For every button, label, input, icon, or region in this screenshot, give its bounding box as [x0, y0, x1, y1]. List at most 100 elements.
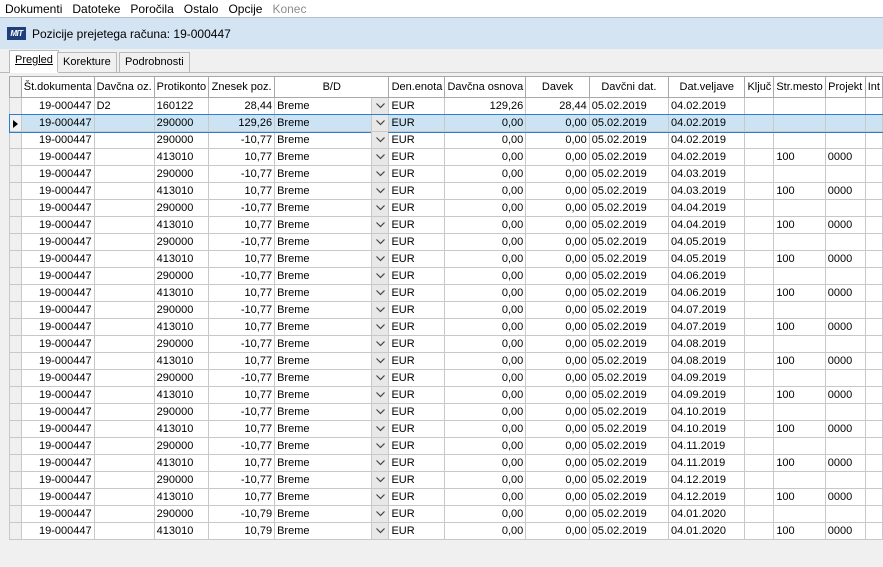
cell-tax-date[interactable]: 05.02.2019: [588, 97, 669, 115]
cell-cost-center[interactable]: 100: [773, 522, 826, 540]
cell-tax[interactable]: 0,00: [525, 454, 590, 472]
cell-tax-base[interactable]: 0,00: [444, 403, 527, 421]
cell-key[interactable]: [744, 403, 775, 421]
cell-cost-center[interactable]: 100: [773, 148, 826, 166]
cell-amount[interactable]: 10,77: [208, 454, 276, 472]
cell-amount[interactable]: -10,77: [208, 437, 276, 455]
cell-currency[interactable]: EUR: [388, 267, 446, 285]
cell-tax-base[interactable]: 0,00: [444, 352, 527, 370]
cell-currency[interactable]: EUR: [388, 216, 446, 234]
cell-currency[interactable]: EUR: [388, 250, 446, 268]
cell-valid-date[interactable]: 04.07.2019: [667, 301, 746, 319]
cell-doc-number[interactable]: 19-000447: [20, 301, 95, 319]
cell-cost-center[interactable]: [773, 335, 826, 353]
cell-currency[interactable]: EUR: [388, 454, 446, 472]
cell-tax-base[interactable]: 0,00: [444, 284, 527, 302]
cell-tax[interactable]: 0,00: [525, 131, 590, 149]
cell-key[interactable]: [744, 165, 775, 183]
cell-cost-center[interactable]: 100: [773, 420, 826, 438]
table-row[interactable]: 19-000447 290000 -10,77 Breme EUR 0,00 0,00 05.…: [9, 301, 883, 319]
tab-podrobnosti[interactable]: Podrobnosti: [119, 52, 190, 72]
cell-tax-id[interactable]: D2: [93, 97, 155, 115]
cell-amount[interactable]: -10,77: [208, 267, 276, 285]
cell-debit-credit[interactable]: Breme: [274, 97, 390, 115]
cell-counter-account[interactable]: 290000: [153, 199, 210, 217]
cell-cost-center[interactable]: [773, 97, 826, 115]
cell-int[interactable]: [864, 403, 883, 421]
cell-key[interactable]: [744, 182, 775, 200]
cell-debit-credit[interactable]: Breme: [274, 386, 390, 404]
chevron-down-icon[interactable]: [371, 166, 388, 182]
table-row[interactable]: 19-000447 413010 10,77 Breme EUR 0,00 0,00 05.0…: [9, 352, 883, 370]
cell-currency[interactable]: EUR: [388, 301, 446, 319]
cell-key[interactable]: [744, 369, 775, 387]
cell-key[interactable]: [744, 386, 775, 404]
cell-tax-date[interactable]: 05.02.2019: [588, 301, 669, 319]
cell-amount[interactable]: -10,77: [208, 199, 276, 217]
cell-tax[interactable]: 0,00: [525, 403, 590, 421]
cell-currency[interactable]: EUR: [388, 148, 446, 166]
cell-tax[interactable]: 0,00: [525, 165, 590, 183]
cell-int[interactable]: [864, 182, 883, 200]
cell-cost-center[interactable]: 100: [773, 182, 826, 200]
cell-tax-id[interactable]: [93, 318, 155, 336]
chevron-down-icon[interactable]: [371, 506, 388, 522]
cell-cost-center[interactable]: [773, 505, 826, 523]
cell-valid-date[interactable]: 04.09.2019: [667, 386, 746, 404]
cell-tax-date[interactable]: 05.02.2019: [588, 182, 669, 200]
cell-tax-date[interactable]: 05.02.2019: [588, 369, 669, 387]
cell-currency[interactable]: EUR: [388, 199, 446, 217]
cell-int[interactable]: [864, 114, 883, 132]
cell-int[interactable]: [864, 301, 883, 319]
chevron-down-icon[interactable]: [371, 98, 388, 114]
cell-tax-id[interactable]: [93, 267, 155, 285]
column-header-st-dokumenta[interactable]: Št.dokumenta: [20, 76, 95, 98]
cell-counter-account[interactable]: 290000: [153, 131, 210, 149]
cell-doc-number[interactable]: 19-000447: [20, 505, 95, 523]
cell-valid-date[interactable]: 04.08.2019: [667, 352, 746, 370]
cell-key[interactable]: [744, 454, 775, 472]
cell-currency[interactable]: EUR: [388, 114, 446, 132]
cell-tax-base[interactable]: 0,00: [444, 318, 527, 336]
cell-tax-base[interactable]: 0,00: [444, 454, 527, 472]
column-header-projekt[interactable]: Projekt: [824, 76, 866, 98]
column-header-b-d[interactable]: B/D: [274, 76, 390, 98]
cell-tax-date[interactable]: 05.02.2019: [588, 165, 669, 183]
cell-doc-number[interactable]: 19-000447: [20, 403, 95, 421]
cell-currency[interactable]: EUR: [388, 505, 446, 523]
cell-amount[interactable]: 28,44: [208, 97, 276, 115]
cell-tax-date[interactable]: 05.02.2019: [588, 386, 669, 404]
cell-valid-date[interactable]: 04.07.2019: [667, 318, 746, 336]
cell-tax-id[interactable]: [93, 335, 155, 353]
chevron-down-icon[interactable]: [371, 336, 388, 352]
cell-tax[interactable]: 28,44: [525, 97, 590, 115]
cell-project[interactable]: 0000: [824, 522, 866, 540]
cell-valid-date[interactable]: 04.05.2019: [667, 233, 746, 251]
cell-project[interactable]: [824, 97, 866, 115]
cell-cost-center[interactable]: 100: [773, 454, 826, 472]
cell-tax[interactable]: 0,00: [525, 488, 590, 506]
cell-cost-center[interactable]: [773, 199, 826, 217]
cell-currency[interactable]: EUR: [388, 522, 446, 540]
chevron-down-icon[interactable]: [371, 251, 388, 267]
cell-tax[interactable]: 0,00: [525, 522, 590, 540]
column-header-davek[interactable]: Davek: [525, 76, 590, 98]
table-row[interactable]: 19-000447 413010 10,77 Breme EUR 0,00 0,00 05.0…: [9, 284, 883, 302]
cell-doc-number[interactable]: 19-000447: [20, 250, 95, 268]
chevron-down-icon[interactable]: [371, 149, 388, 165]
cell-tax[interactable]: 0,00: [525, 386, 590, 404]
cell-tax[interactable]: 0,00: [525, 335, 590, 353]
cell-debit-credit[interactable]: Breme: [274, 318, 390, 336]
table-row[interactable]: 19-000447 290000 -10,77 Breme EUR 0,00 0,00 05.…: [9, 165, 883, 183]
cell-valid-date[interactable]: 04.10.2019: [667, 403, 746, 421]
cell-valid-date[interactable]: 04.02.2019: [667, 131, 746, 149]
cell-doc-number[interactable]: 19-000447: [20, 471, 95, 489]
cell-key[interactable]: [744, 505, 775, 523]
cell-counter-account[interactable]: 290000: [153, 165, 210, 183]
cell-tax-base[interactable]: 0,00: [444, 165, 527, 183]
menu-item-dokumenti[interactable]: Dokumenti: [0, 1, 67, 17]
cell-tax-base[interactable]: 0,00: [444, 301, 527, 319]
cell-amount[interactable]: 10,77: [208, 284, 276, 302]
cell-tax-id[interactable]: [93, 182, 155, 200]
cell-tax-base[interactable]: 0,00: [444, 250, 527, 268]
